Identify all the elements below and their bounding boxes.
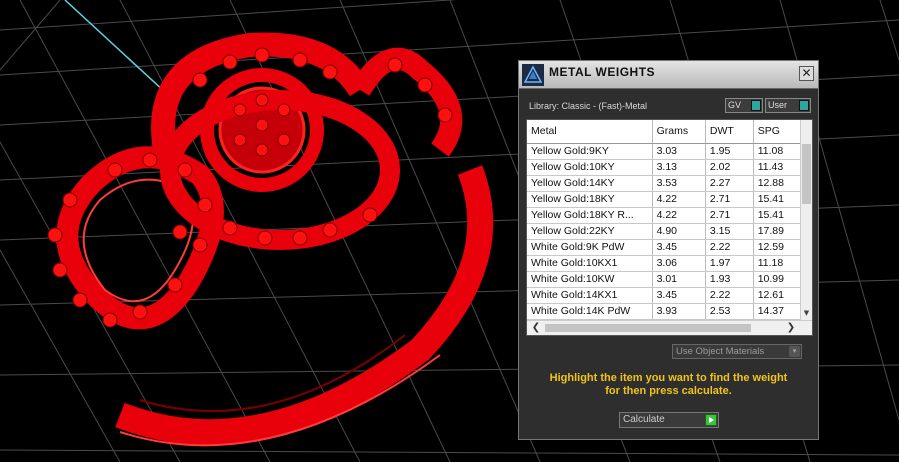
toggle-knob-icon [751,100,761,111]
scroll-right-icon[interactable]: ❯ [784,321,798,335]
use-object-materials-dropdown[interactable]: Use Object Materials ▾ [672,344,802,359]
calculate-button[interactable]: Calculate [619,412,719,428]
cell-metal: White Gold:9K PdW [527,239,653,256]
table-row[interactable]: White Gold:10KX1 3.06 1.97 11.18 [527,255,802,272]
scroll-down-icon[interactable]: ▼ [801,309,812,320]
cell-grams: 3.13 [652,159,706,176]
cell-spg: 15.41 [753,207,802,224]
cell-grams: 3.01 [652,271,706,288]
cell-grams: 3.53 [652,175,706,192]
table-row[interactable]: White Gold:10KW 3.01 1.93 10.99 [527,271,802,288]
cell-spg: 12.59 [753,239,802,256]
cell-dwt: 2.27 [705,175,754,192]
instruction-line-2: for then press calculate. [605,385,732,397]
cell-spg: 15.41 [753,191,802,208]
instruction-text: Highlight the item you want to find the … [519,372,818,398]
table-scroll-area[interactable]: Metal Grams DWT SPG Yellow Gold:9KY 3.03 1… [527,120,802,320]
horizontal-scroll-thumb[interactable] [545,324,751,332]
cell-grams: 4.22 [652,207,706,224]
cell-spg: 14.37 [753,303,802,320]
cell-spg: 11.18 [753,255,802,272]
panel-titlebar[interactable]: METAL WEIGHTS ✕ [519,61,818,89]
cell-metal: Yellow Gold:14KY [527,175,653,192]
cell-dwt: 1.95 [705,143,754,160]
metal-table[interactable]: Metal Grams DWT SPG Yellow Gold:9KY 3.03 1… [526,119,813,336]
cell-grams: 3.93 [652,303,706,320]
gv-toggle-label: GV [728,100,742,110]
table-row[interactable]: Yellow Gold:18KY 4.22 2.71 15.41 [527,191,802,208]
library-label: Library: Classic - (Fast)-Metal [529,101,648,111]
library-row: Library: Classic - (Fast)-Metal GV User [529,98,814,115]
table-row[interactable]: Yellow Gold:9KY 3.03 1.95 11.08 [527,143,802,160]
table-row[interactable]: Yellow Gold:10KY 3.13 2.02 11.43 [527,159,802,176]
cell-metal: Yellow Gold:18KY [527,191,653,208]
cell-grams: 3.03 [652,143,706,160]
cell-grams: 4.90 [652,223,706,240]
cell-spg: 17.89 [753,223,802,240]
cell-spg: 12.61 [753,287,802,304]
table-body: Yellow Gold:9KY 3.03 1.95 11.08 Yellow Gold:… [527,143,802,320]
cell-dwt: 2.02 [705,159,754,176]
cell-dwt: 2.22 [705,239,754,256]
cell-grams: 4.22 [652,191,706,208]
cell-dwt: 2.22 [705,287,754,304]
cell-metal: White Gold:10KX1 [527,255,653,272]
cell-metal: Yellow Gold:9KY [527,143,653,160]
table-row[interactable]: White Gold:14KX1 3.45 2.22 12.61 [527,287,802,304]
table-row[interactable]: Yellow Gold:22KY 4.90 3.15 17.89 [527,223,802,240]
table-row[interactable]: White Gold:14K PdW 3.93 2.53 14.37 [527,303,802,320]
cell-spg: 11.43 [753,159,802,176]
user-toggle[interactable]: User [765,98,811,113]
dropdown-arrow-icon: ▾ [789,346,800,357]
instruction-line-1: Highlight the item you want to find the … [549,372,788,384]
cell-dwt: 1.97 [705,255,754,272]
cell-grams: 3.45 [652,287,706,304]
cell-metal: Yellow Gold:22KY [527,223,653,240]
vertical-scrollbar[interactable]: ▼ [800,120,812,320]
dropdown-value: Use Object Materials [676,346,765,357]
close-button[interactable]: ✕ [799,66,814,81]
cell-dwt: 2.71 [705,207,754,224]
cell-metal: White Gold:14KX1 [527,287,653,304]
cell-grams: 3.45 [652,239,706,256]
calculate-label: Calculate [623,414,665,425]
cell-metal: Yellow Gold:10KY [527,159,653,176]
table-header-row: Metal Grams DWT SPG [527,120,802,144]
play-arrow-icon [705,414,717,426]
gemvision-logo-icon [522,64,544,86]
vertical-scroll-thumb[interactable] [802,144,811,204]
cell-dwt: 2.53 [705,303,754,320]
cell-dwt: 3.15 [705,223,754,240]
cell-spg: 11.08 [753,143,802,160]
table-row[interactable]: Yellow Gold:14KY 3.53 2.27 12.88 [527,175,802,192]
cell-metal: White Gold:14K PdW [527,303,653,320]
column-header-dwt[interactable]: DWT [705,120,754,144]
cell-grams: 3.06 [652,255,706,272]
cell-dwt: 1.93 [705,271,754,288]
panel-title: METAL WEIGHTS [549,65,656,79]
cell-spg: 12.88 [753,175,802,192]
user-toggle-label: User [768,100,788,110]
toggle-knob-icon [799,100,809,111]
cell-spg: 10.99 [753,271,802,288]
metal-weights-panel: METAL WEIGHTS ✕ Library: Classic - (Fast… [518,60,819,440]
column-header-spg[interactable]: SPG [753,120,802,144]
column-header-grams[interactable]: Grams [652,120,706,144]
scroll-left-icon[interactable]: ❮ [529,321,543,335]
horizontal-scrollbar[interactable]: ❮ ❯ [527,320,812,335]
column-header-metal[interactable]: Metal [527,120,653,144]
table-row[interactable]: White Gold:9K PdW 3.45 2.22 12.59 [527,239,802,256]
cell-dwt: 2.71 [705,191,754,208]
cell-metal: Yellow Gold:18KY R... [527,207,653,224]
gv-toggle[interactable]: GV [725,98,763,113]
cell-metal: White Gold:10KW [527,271,653,288]
close-icon: ✕ [801,66,812,80]
table-row[interactable]: Yellow Gold:18KY R... 4.22 2.71 15.41 [527,207,802,224]
